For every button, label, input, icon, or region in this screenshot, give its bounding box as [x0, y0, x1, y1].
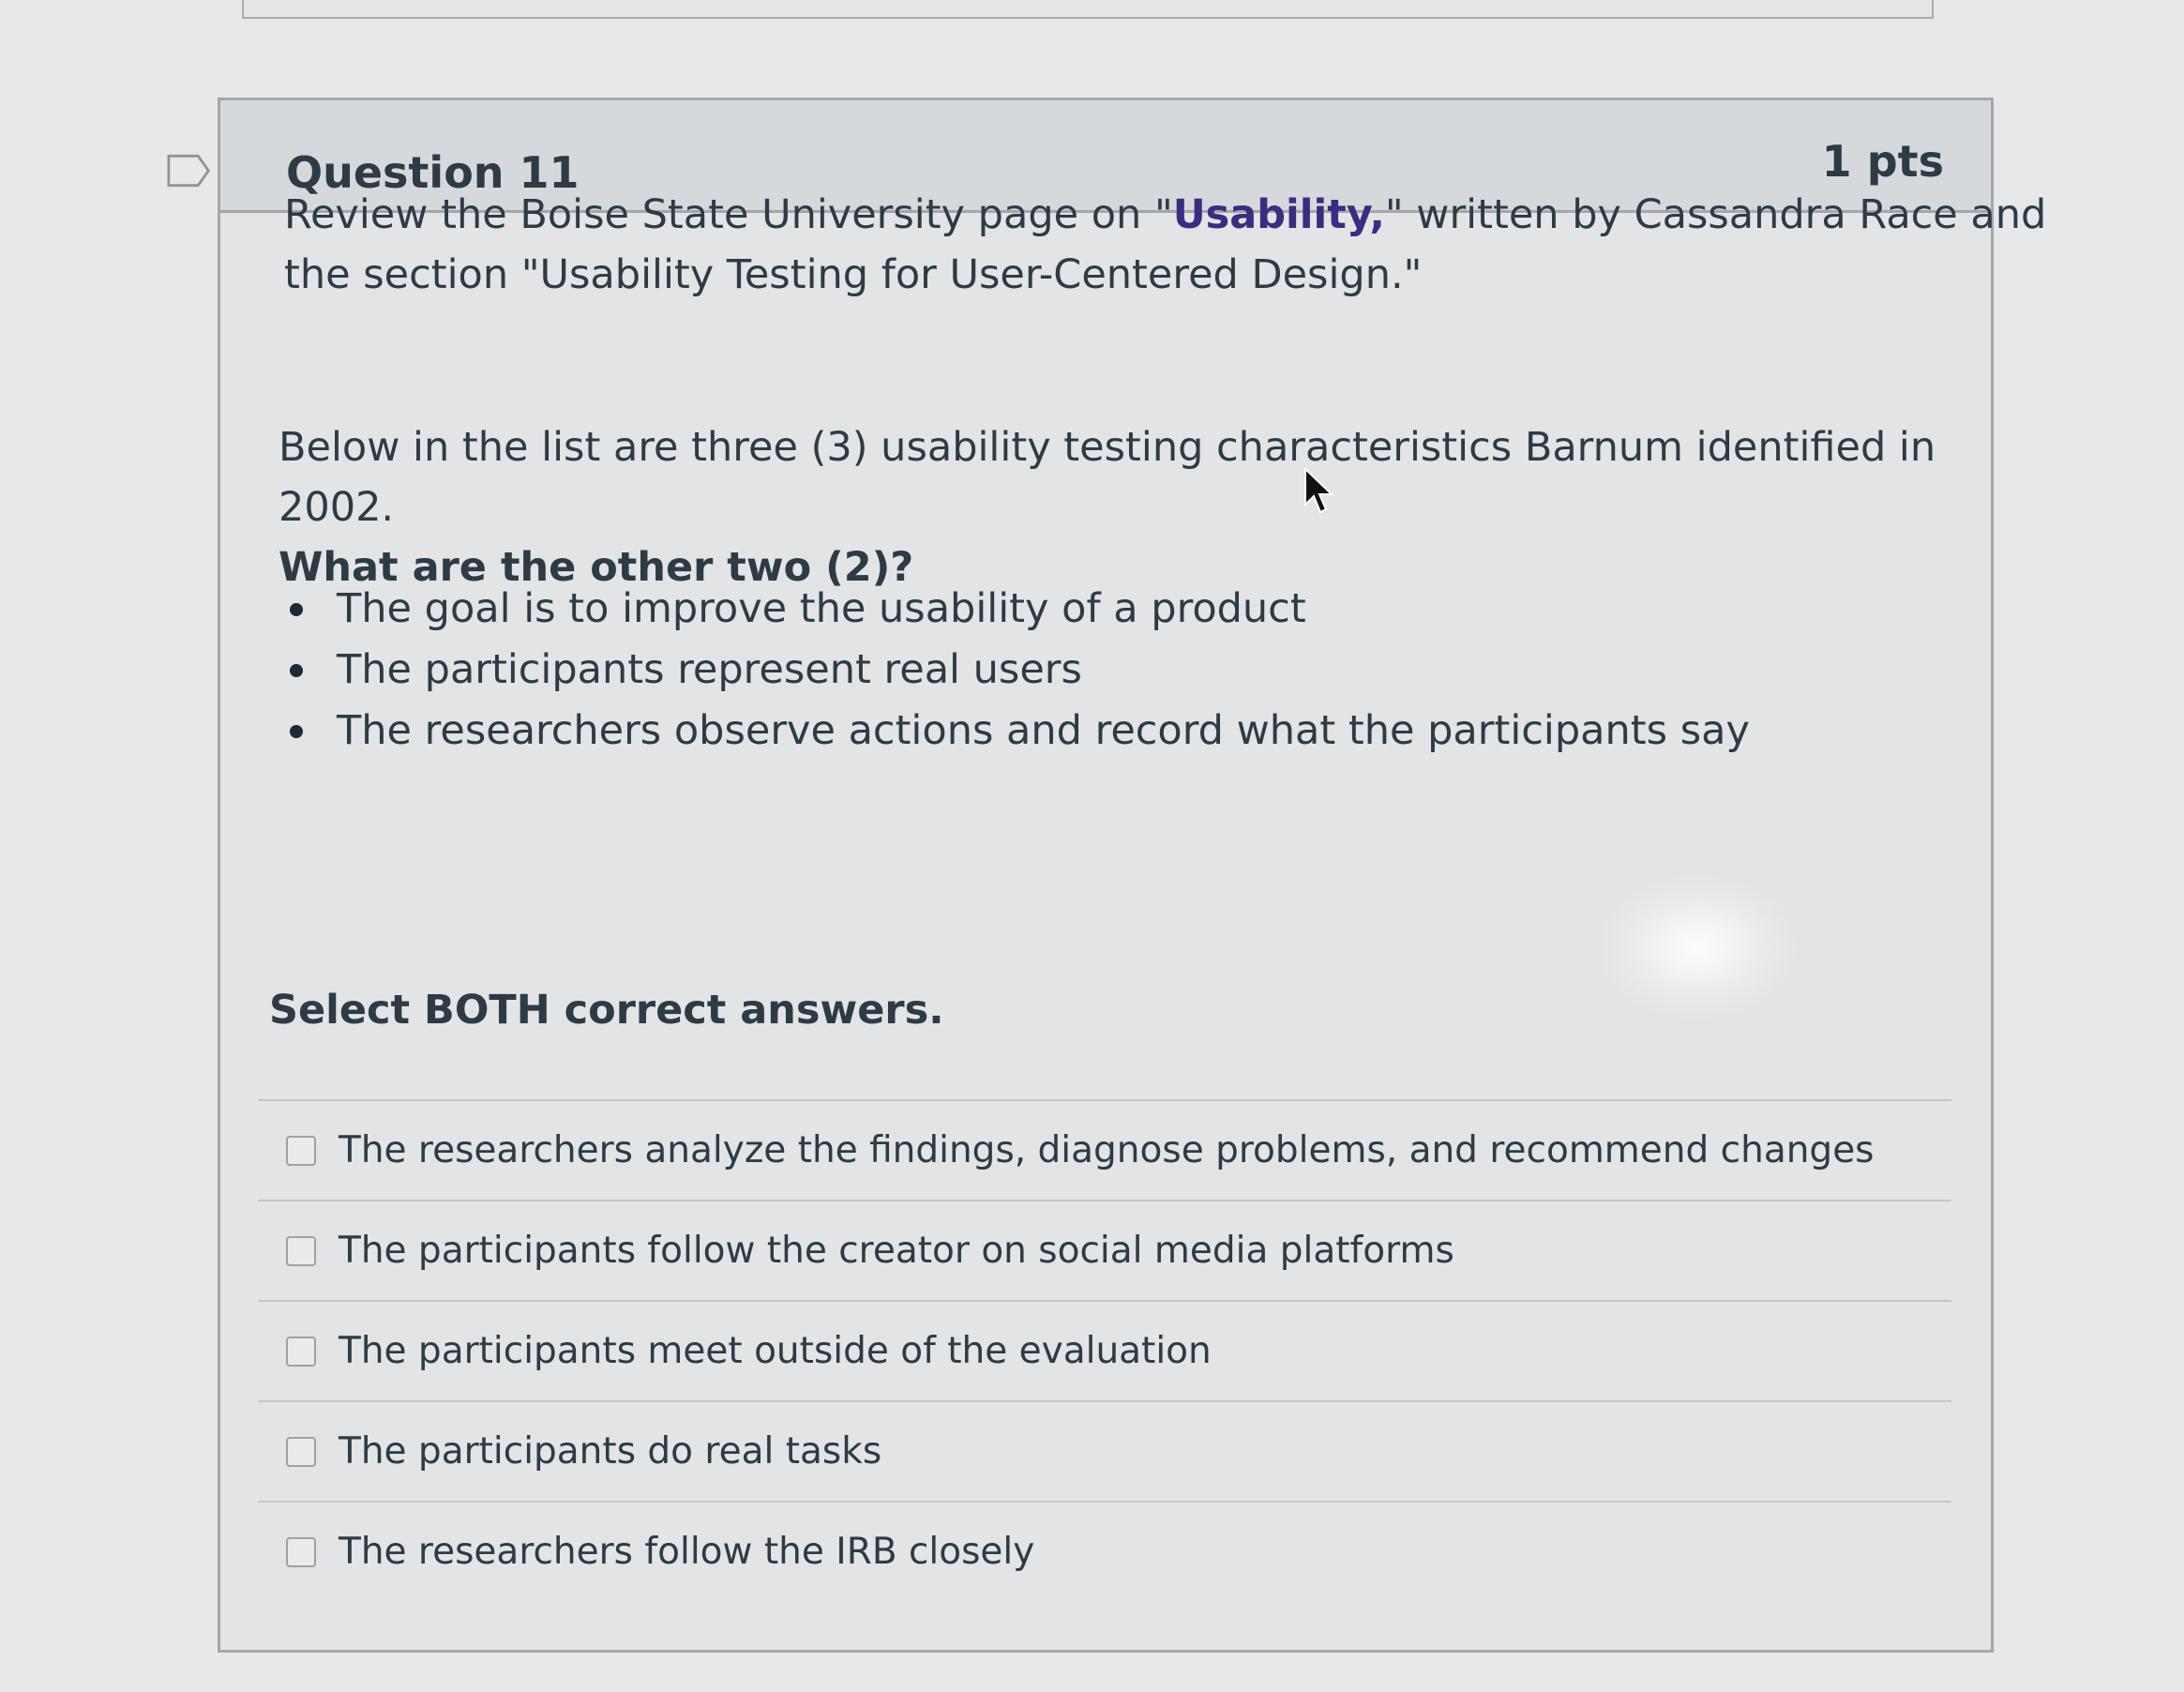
list-item: The researchers observe actions and reco…	[279, 701, 1750, 762]
characteristics-list: The goal is to improve the usability of …	[279, 579, 1750, 762]
answer-option[interactable]: The participants meet outside of the eva…	[258, 1300, 1951, 1400]
answer-checkbox[interactable]	[286, 1135, 316, 1166]
answer-label[interactable]: The participants meet outside of the eva…	[339, 1330, 1212, 1372]
bullet-icon	[290, 603, 303, 616]
bullet-icon	[290, 725, 303, 738]
flag-question-icon[interactable]	[167, 153, 212, 189]
question-prompt: Below in the list are three (3) usabilit…	[279, 417, 2060, 597]
answer-label[interactable]: The participants follow the creator on s…	[339, 1230, 1454, 1272]
answer-option[interactable]: The researchers analyze the findings, di…	[258, 1099, 1951, 1200]
intro-text-start: Review the Boise State University page o…	[284, 191, 1173, 238]
mouse-pointer-icon	[1303, 466, 1335, 520]
answer-instruction: Select BOTH correct answers.	[269, 987, 944, 1034]
prompt-text: Below in the list are three (3) usabilit…	[279, 424, 1936, 531]
answer-label[interactable]: The researchers follow the IRB closely	[339, 1531, 1034, 1573]
previous-question-card	[242, 0, 1934, 19]
answer-checkbox[interactable]	[286, 1235, 316, 1266]
answer-checkbox[interactable]	[286, 1436, 316, 1467]
answer-label[interactable]: The participants do real tasks	[339, 1430, 881, 1473]
answer-list: The researchers analyze the findings, di…	[258, 1099, 1951, 1601]
screen-glare	[1594, 872, 1800, 1022]
answer-option[interactable]: The researchers follow the IRB closely	[258, 1501, 1951, 1601]
question-intro: Review the Boise State University page o…	[284, 185, 2066, 305]
list-item-text: The goal is to improve the usability of …	[337, 585, 1306, 632]
list-item-text: The participants represent real users	[337, 646, 1082, 693]
bullet-icon	[290, 664, 303, 677]
answer-option[interactable]: The participants do real tasks	[258, 1400, 1951, 1501]
answer-checkbox[interactable]	[286, 1336, 316, 1367]
answer-label[interactable]: The researchers analyze the findings, di…	[339, 1129, 1875, 1171]
answer-option[interactable]: The participants follow the creator on s…	[258, 1200, 1951, 1300]
answer-checkbox[interactable]	[286, 1536, 316, 1567]
list-item-text: The researchers observe actions and reco…	[337, 707, 1750, 754]
list-item: The goal is to improve the usability of …	[279, 579, 1750, 640]
question-points: 1 pts	[1821, 136, 1944, 187]
list-item: The participants represent real users	[279, 640, 1750, 701]
usability-link[interactable]: Usability,	[1173, 191, 1385, 238]
